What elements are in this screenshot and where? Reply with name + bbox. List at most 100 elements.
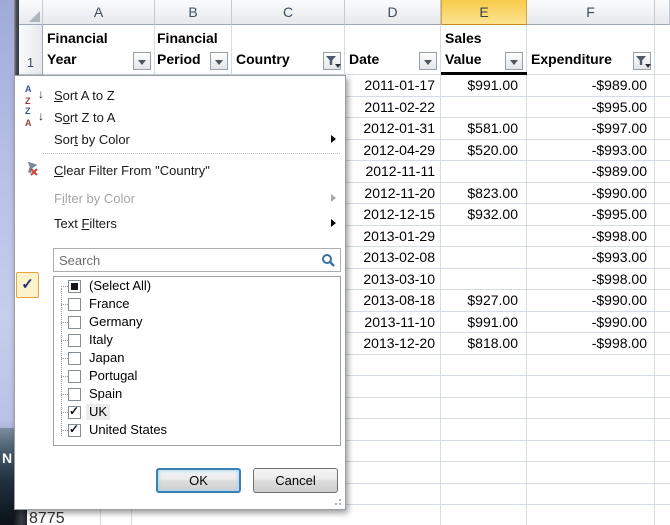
sales-cell[interactable] xyxy=(441,161,527,183)
empty-cell[interactable] xyxy=(441,398,527,420)
sales-cell[interactable] xyxy=(441,226,527,248)
expenditure-cell[interactable]: -$995.00 xyxy=(527,97,655,119)
empty-cell[interactable] xyxy=(441,505,527,525)
sales-cell[interactable]: $991.00 xyxy=(441,75,527,97)
checkbox-checked[interactable] xyxy=(68,406,81,419)
empty-cell[interactable] xyxy=(441,355,527,377)
column-header-C[interactable]: C xyxy=(232,0,345,25)
list-item-germany[interactable]: Germany xyxy=(54,313,340,331)
cancel-button[interactable]: Cancel xyxy=(253,468,338,493)
empty-cell[interactable] xyxy=(345,462,441,484)
menu-item-text-filters[interactable]: Text Filters xyxy=(16,211,344,235)
date-cell[interactable]: 2012-11-11 xyxy=(345,161,441,183)
date-cell[interactable]: 2012-04-29 xyxy=(345,140,441,162)
empty-cell[interactable] xyxy=(655,290,670,312)
empty-cell[interactable] xyxy=(441,462,527,484)
empty-cell[interactable] xyxy=(655,75,670,97)
menu-item-clear-filter[interactable]: Clear Filter From "Country" xyxy=(16,158,344,182)
empty-cell[interactable] xyxy=(655,419,670,441)
sales-cell[interactable] xyxy=(441,97,527,119)
checkbox-checked[interactable] xyxy=(68,424,81,437)
expenditure-cell[interactable]: -$998.00 xyxy=(527,226,655,248)
sales-cell[interactable] xyxy=(441,269,527,291)
sales-cell[interactable]: $823.00 xyxy=(441,183,527,205)
sales-cell[interactable]: $927.00 xyxy=(441,290,527,312)
empty-cell[interactable] xyxy=(345,484,441,506)
date-cell[interactable]: 2013-12-20 xyxy=(345,333,441,355)
row-header-1[interactable]: 1 xyxy=(19,25,43,75)
expenditure-cell[interactable]: -$998.00 xyxy=(527,333,655,355)
empty-cell[interactable] xyxy=(527,355,655,377)
expenditure-cell[interactable]: -$998.00 xyxy=(527,269,655,291)
expenditure-cell[interactable]: -$997.00 xyxy=(527,118,655,140)
empty-cell[interactable] xyxy=(345,398,441,420)
search-input[interactable] xyxy=(54,249,340,271)
expenditure-cell[interactable]: -$990.00 xyxy=(527,183,655,205)
ok-button[interactable]: OK xyxy=(156,468,241,493)
menu-item-filter-by-color[interactable]: Filter by Color xyxy=(16,186,344,210)
empty-cell[interactable] xyxy=(655,333,670,355)
header-cell-country[interactable]: Country xyxy=(232,25,345,75)
empty-cell[interactable] xyxy=(345,505,441,525)
empty-cell[interactable] xyxy=(655,140,670,162)
menu-item-sort-a-to-z[interactable]: AZ↓ Sort A to Z xyxy=(16,83,344,107)
column-header-E-selected[interactable]: E xyxy=(441,0,527,25)
column-header-D[interactable]: D xyxy=(345,0,441,25)
empty-cell[interactable] xyxy=(345,355,441,377)
empty-cell[interactable] xyxy=(527,484,655,506)
empty-cell[interactable] xyxy=(655,441,670,463)
column-header-F[interactable]: F xyxy=(527,0,655,25)
expenditure-cell[interactable]: -$993.00 xyxy=(527,140,655,162)
row-header-8775[interactable]: 8775 xyxy=(29,510,65,525)
header-cell-date[interactable]: Date xyxy=(345,25,441,75)
header-cell-g-partial[interactable] xyxy=(655,25,670,75)
empty-cell[interactable] xyxy=(655,161,670,183)
checkbox-unchecked[interactable] xyxy=(68,334,81,347)
list-item-japan[interactable]: Japan xyxy=(54,349,340,367)
sales-cell[interactable]: $818.00 xyxy=(441,333,527,355)
expenditure-cell[interactable]: -$995.00 xyxy=(527,204,655,226)
sales-cell[interactable]: $520.00 xyxy=(441,140,527,162)
empty-cell[interactable] xyxy=(441,419,527,441)
resize-grip[interactable] xyxy=(328,494,342,506)
empty-cell[interactable] xyxy=(655,247,670,269)
sales-cell[interactable] xyxy=(441,247,527,269)
expenditure-cell[interactable]: -$989.00 xyxy=(527,161,655,183)
list-item-france[interactable]: France xyxy=(54,295,340,313)
empty-cell[interactable] xyxy=(527,441,655,463)
empty-cell[interactable] xyxy=(655,204,670,226)
side-check-button[interactable]: ✓ xyxy=(16,272,39,298)
empty-cell[interactable] xyxy=(655,462,670,484)
empty-cell[interactable] xyxy=(527,376,655,398)
empty-cell[interactable] xyxy=(527,505,655,525)
empty-cell[interactable] xyxy=(345,376,441,398)
empty-cell[interactable] xyxy=(345,441,441,463)
header-cell-expenditure[interactable]: Expenditure xyxy=(527,25,655,75)
empty-cell[interactable] xyxy=(441,484,527,506)
sales-cell[interactable]: $932.00 xyxy=(441,204,527,226)
list-item-select-all[interactable]: (Select All) xyxy=(54,277,340,295)
empty-cell[interactable] xyxy=(441,376,527,398)
date-cell[interactable]: 2013-01-29 xyxy=(345,226,441,248)
column-header-B[interactable]: B xyxy=(155,0,232,25)
checkbox-unchecked[interactable] xyxy=(68,388,81,401)
date-cell[interactable]: 2013-03-10 xyxy=(345,269,441,291)
expenditure-filter-button-active[interactable] xyxy=(633,52,651,70)
date-cell[interactable]: 2011-02-22 xyxy=(345,97,441,119)
header-cell-financial-period[interactable]: Financial Period xyxy=(155,25,232,75)
empty-cell[interactable] xyxy=(655,484,670,506)
search-icon[interactable] xyxy=(321,253,335,270)
column-header-G-partial[interactable] xyxy=(655,0,670,25)
expenditure-cell[interactable]: -$993.00 xyxy=(527,247,655,269)
list-item-united-states[interactable]: United States xyxy=(54,421,340,439)
column-header-A[interactable]: A xyxy=(43,0,155,25)
empty-cell[interactable] xyxy=(655,312,670,334)
empty-cell[interactable] xyxy=(345,419,441,441)
checkbox-unchecked[interactable] xyxy=(68,352,81,365)
empty-cell[interactable] xyxy=(655,226,670,248)
header-cell-financial-year[interactable]: Financial Year xyxy=(43,25,155,75)
header-cell-sales-value-active[interactable]: Sales Value xyxy=(441,25,527,75)
checkbox-unchecked[interactable] xyxy=(68,316,81,329)
date-cell[interactable]: 2013-08-18 xyxy=(345,290,441,312)
empty-cell[interactable] xyxy=(527,462,655,484)
